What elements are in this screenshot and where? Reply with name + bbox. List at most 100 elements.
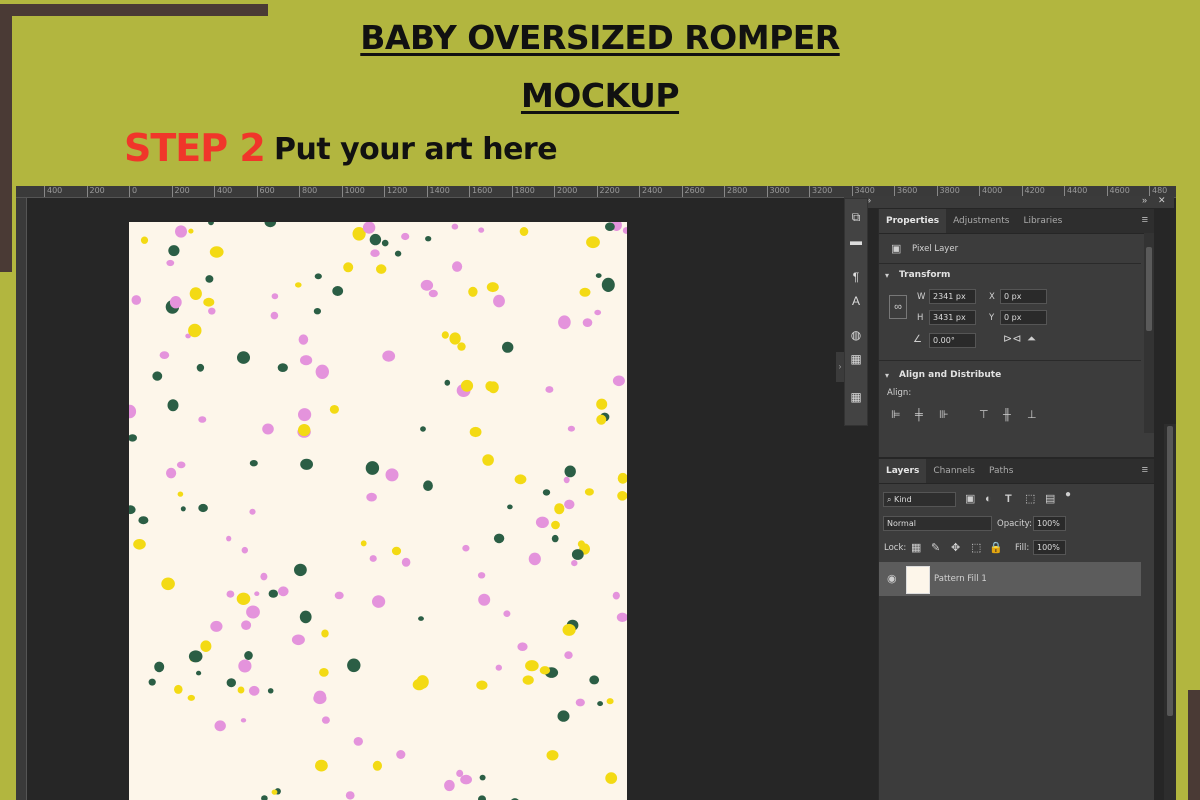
ruler-tick-label: 2000 [554, 186, 577, 197]
lock-all-icon[interactable]: 🔒 [989, 542, 1003, 554]
ruler-tick-label: 2800 [724, 186, 747, 197]
w-label: W [917, 292, 926, 302]
properties-scrollbar[interactable] [1144, 233, 1154, 433]
paragraph-icon[interactable]: ¶ [848, 269, 864, 285]
ruler-tick-label: 200 [171, 186, 190, 197]
menu-icon[interactable]: ≡ [1142, 464, 1148, 476]
kind-filter[interactable]: ⌕ Kind [883, 492, 956, 507]
angle-field[interactable]: 0.00° [929, 333, 976, 348]
layer-thumbnail [906, 566, 930, 594]
ruler-tick-label: 1600 [469, 186, 492, 197]
ruler-tick-label: 3200 [809, 186, 832, 197]
align-top-icon[interactable]: ⊤ [979, 409, 989, 421]
height-field[interactable]: 3431 px [929, 310, 976, 325]
x-label: X [989, 292, 995, 302]
search-icon: ⌕ [887, 495, 895, 504]
page-title-line2: MOCKUP [520, 76, 680, 115]
layer-name[interactable]: Pattern Fill 1 [934, 574, 987, 584]
chevron-down-icon[interactable]: ▾ [885, 370, 889, 382]
pattern-dots [129, 222, 627, 800]
tab-channels[interactable]: Channels [926, 459, 982, 483]
expand-icon[interactable]: » [1142, 195, 1147, 205]
grid-icon[interactable]: ▦ [848, 389, 864, 405]
lock-label: Lock: [884, 543, 907, 553]
opacity-field[interactable]: 100% [1033, 516, 1066, 531]
angle-icon: ∠ [913, 334, 922, 345]
fill-field[interactable]: 100% [1033, 540, 1066, 555]
align-right-icon[interactable]: ⊪ [939, 409, 949, 421]
document-canvas[interactable] [129, 222, 627, 800]
table-icon[interactable]: ▦ [848, 351, 864, 367]
align-bottom-icon[interactable]: ⊥ [1027, 409, 1037, 421]
lock-move-icon[interactable]: ✥ [951, 542, 960, 554]
align-label: Align: [887, 388, 912, 398]
filter-pixel-icon[interactable]: ▣ [965, 493, 975, 505]
transform-heading: Transform [899, 270, 951, 280]
align-center-icon[interactable]: ╪ [915, 409, 923, 421]
ruler-tick-label: 1000 [341, 186, 365, 197]
ruler-tick-label: 2400 [639, 186, 662, 197]
frame-corner-bottom-right [1188, 690, 1200, 800]
lock-artboard-icon[interactable]: ⬚ [971, 542, 981, 554]
comment-icon[interactable]: ▬ [848, 233, 864, 249]
link-icon[interactable]: ∞ [889, 295, 907, 319]
lock-brush-icon[interactable]: ✎ [931, 542, 940, 554]
fill-label: Fill: [1015, 543, 1030, 553]
frame-corner-top-left [0, 4, 268, 16]
menu-icon[interactable]: ≡ [1142, 214, 1148, 226]
ruler-tick-label: 2600 [681, 186, 705, 197]
layers-panel: Layers Channels Paths ≡ ⌕ Kind ▣ ◐ T ⬚ ▤ ●… [878, 459, 1154, 800]
filter-adjustment-icon[interactable]: ◐ [985, 493, 992, 505]
y-label: Y [989, 313, 995, 323]
character-icon[interactable]: A [848, 293, 864, 309]
layers-tabs: Layers Channels Paths ≡ [879, 459, 1154, 484]
panel-dock-bar: » » ✕ [844, 195, 1174, 208]
opacity-label: Opacity: [997, 519, 1032, 529]
filter-toggle-icon[interactable]: ● [1065, 489, 1071, 501]
align-left-icon[interactable]: ⊫ [891, 409, 901, 421]
tab-libraries[interactable]: Libraries [1016, 209, 1069, 233]
ruler-tick-label: 400 [44, 186, 62, 197]
flip-vertical-icon[interactable]: ⏶ [1027, 333, 1036, 345]
step-instruction: Put your art here [274, 132, 558, 167]
blend-mode-select[interactable]: Normal [883, 516, 992, 531]
ruler-tick-label: 200 [86, 186, 105, 197]
h-label: H [917, 313, 924, 323]
panel-icon-strip: ⧉ ▬ ¶ A ◍ ▦ ▦ [844, 198, 868, 426]
layer-type-label: Pixel Layer [912, 244, 959, 254]
tab-properties[interactable]: Properties [879, 209, 947, 233]
tab-paths[interactable]: Paths [982, 459, 1020, 483]
close-icon[interactable]: ✕ [1158, 195, 1166, 206]
photoshop-window: 400 200 0 200 400 600 800 1000 1200 1400 1600 1800 2… [16, 186, 1176, 800]
properties-tabs: Properties Adjustments Libraries ≡ [879, 209, 1154, 234]
align-middle-icon[interactable]: ╫ [1003, 409, 1011, 421]
ruler-tick-label: 1200 [384, 186, 407, 197]
panel-scrollbar[interactable] [1164, 424, 1176, 800]
width-field[interactable]: 2341 px [929, 289, 976, 304]
pixel-layer-icon: ▣ [891, 243, 902, 255]
chevron-down-icon[interactable]: ▾ [885, 270, 889, 282]
filter-shape-icon[interactable]: ⬚ [1025, 493, 1035, 505]
collapse-side-tab[interactable]: › [836, 352, 844, 382]
ruler-tick-label: 3000 [766, 186, 790, 197]
ruler-tick-label: 600 [256, 186, 275, 197]
x-field[interactable]: 0 px [1000, 289, 1047, 304]
lock-transparent-icon[interactable]: ▦ [911, 542, 921, 554]
eye-icon[interactable]: ◉ [887, 573, 897, 585]
layer-row[interactable]: ◉ Pattern Fill 1 [879, 562, 1141, 596]
y-field[interactable]: 0 px [1000, 310, 1047, 325]
ruler-tick-label: 2200 [596, 186, 620, 197]
filter-type-icon[interactable]: T [1005, 493, 1012, 505]
tab-adjustments[interactable]: Adjustments [946, 209, 1016, 233]
history-icon[interactable]: ⧉ [848, 209, 864, 225]
ruler-tick-label: 0 [129, 186, 137, 197]
vertical-ruler [16, 198, 27, 800]
palette-icon[interactable]: ◍ [848, 327, 864, 343]
ruler-tick-label: 1400 [426, 186, 450, 197]
flip-horizontal-icon[interactable]: ⊳⊲ [1003, 333, 1021, 345]
align-heading: Align and Distribute [899, 370, 1002, 380]
ruler-tick-label: 800 [299, 186, 317, 197]
ruler-tick-label: 1800 [511, 186, 535, 197]
tab-layers[interactable]: Layers [879, 459, 927, 483]
filter-smart-icon[interactable]: ▤ [1045, 493, 1055, 505]
